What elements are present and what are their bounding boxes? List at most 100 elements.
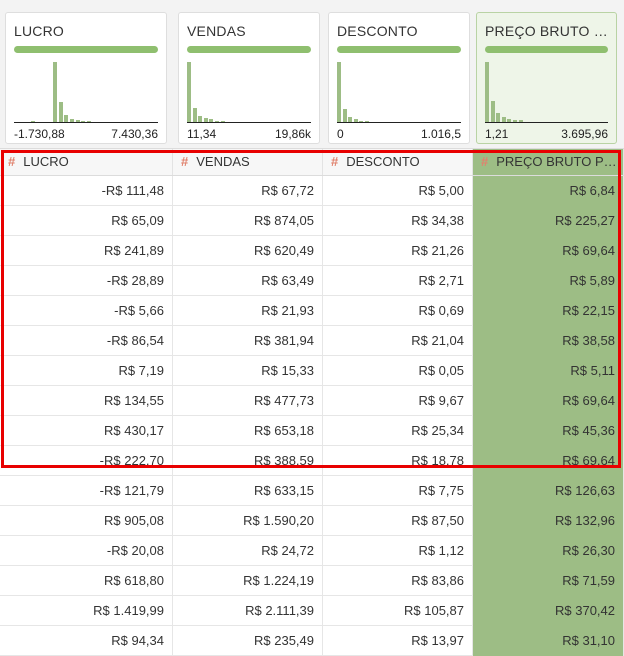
table-cell[interactable]: R$ 67,72 [173, 176, 323, 206]
table-cell[interactable]: R$ 24,72 [173, 536, 323, 566]
table-cell[interactable]: R$ 381,94 [173, 326, 323, 356]
table-row[interactable]: R$ 94,34 R$ 235,49 R$ 13,97 R$ 31,10 [0, 626, 624, 656]
profile-card-desconto[interactable]: DESCONTO 0 1.016,5 [328, 12, 470, 144]
histogram-bar[interactable] [187, 62, 191, 122]
table-cell[interactable]: R$ 38,58 [473, 326, 624, 356]
table-cell[interactable]: R$ 1.590,20 [173, 506, 323, 536]
table-cell[interactable]: R$ 5,89 [473, 266, 624, 296]
histogram-bar[interactable] [64, 115, 69, 122]
table-cell[interactable]: R$ 69,64 [473, 236, 624, 266]
table-cell[interactable]: R$ 633,15 [173, 476, 323, 506]
table-cell[interactable]: R$ 653,18 [173, 416, 323, 446]
table-row[interactable]: -R$ 86,54 R$ 381,94 R$ 21,04 R$ 38,58 [0, 326, 624, 356]
table-cell[interactable]: R$ 905,08 [0, 506, 173, 536]
histogram[interactable] [14, 61, 158, 123]
table-cell[interactable]: -R$ 222,70 [0, 446, 173, 476]
table-cell[interactable]: R$ 34,38 [323, 206, 473, 236]
table-cell[interactable]: R$ 388,59 [173, 446, 323, 476]
profile-card-pre-o-bruto-por-unidade[interactable]: PREÇO BRUTO POR UNIDADE 1,21 3.695,96 [476, 12, 617, 144]
table-cell[interactable]: R$ 0,69 [323, 296, 473, 326]
table-cell[interactable]: R$ 63,49 [173, 266, 323, 296]
table-cell[interactable]: R$ 69,64 [473, 386, 624, 416]
histogram-bar[interactable] [53, 62, 58, 122]
table-row[interactable]: -R$ 5,66 R$ 21,93 R$ 0,69 R$ 22,15 [0, 296, 624, 326]
table-cell[interactable]: R$ 69,64 [473, 446, 624, 476]
column-header-0[interactable]: # LUCRO [0, 149, 173, 175]
table-cell[interactable]: R$ 15,33 [173, 356, 323, 386]
table-cell[interactable]: R$ 18,78 [323, 446, 473, 476]
histogram-bar[interactable] [192, 108, 197, 122]
table-row[interactable]: R$ 7,19 R$ 15,33 R$ 0,05 R$ 5,11 [0, 356, 624, 386]
profile-card-vendas[interactable]: VENDAS 11,34 19,86k [178, 12, 320, 144]
histogram[interactable] [187, 61, 311, 123]
table-cell[interactable]: -R$ 86,54 [0, 326, 173, 356]
table-row[interactable]: -R$ 28,89 R$ 63,49 R$ 2,71 R$ 5,89 [0, 266, 624, 296]
table-cell[interactable]: R$ 132,96 [473, 506, 624, 536]
table-cell[interactable]: R$ 5,00 [323, 176, 473, 206]
table-cell[interactable]: R$ 126,63 [473, 476, 624, 506]
table-cell[interactable]: R$ 1.419,99 [0, 596, 173, 626]
profile-card-lucro[interactable]: LUCRO -1.730,88 7.430,36 [5, 12, 167, 144]
histogram-bar[interactable] [58, 102, 63, 122]
column-header-3[interactable]: # PREÇO BRUTO POR UNIDADE [473, 149, 624, 175]
table-row[interactable]: -R$ 20,08 R$ 24,72 R$ 1,12 R$ 26,30 [0, 536, 624, 566]
table-cell[interactable]: R$ 7,19 [0, 356, 173, 386]
table-cell[interactable]: R$ 2.111,39 [173, 596, 323, 626]
table-cell[interactable]: R$ 2,71 [323, 266, 473, 296]
table-row[interactable]: R$ 905,08 R$ 1.590,20 R$ 87,50 R$ 132,96 [0, 506, 624, 536]
table-cell[interactable]: R$ 618,80 [0, 566, 173, 596]
table-cell[interactable]: R$ 25,34 [323, 416, 473, 446]
table-cell[interactable]: R$ 65,09 [0, 206, 173, 236]
table-cell[interactable]: R$ 477,73 [173, 386, 323, 416]
histogram-bar[interactable] [490, 101, 495, 122]
table-row[interactable]: R$ 1.419,99 R$ 2.111,39 R$ 105,87 R$ 370,42 [0, 596, 624, 626]
table-cell[interactable]: R$ 241,89 [0, 236, 173, 266]
table-cell[interactable]: R$ 87,50 [323, 506, 473, 536]
table-cell[interactable]: R$ 22,15 [473, 296, 624, 326]
table-cell[interactable]: R$ 5,11 [473, 356, 624, 386]
table-cell[interactable]: R$ 83,86 [323, 566, 473, 596]
table-row[interactable]: R$ 241,89 R$ 620,49 R$ 21,26 R$ 69,64 [0, 236, 624, 266]
histogram[interactable] [485, 61, 608, 123]
table-cell[interactable]: R$ 71,59 [473, 566, 624, 596]
table-cell[interactable]: R$ 21,93 [173, 296, 323, 326]
table-cell[interactable]: R$ 31,10 [473, 626, 624, 656]
table-cell[interactable]: -R$ 28,89 [0, 266, 173, 296]
table-cell[interactable]: R$ 13,97 [323, 626, 473, 656]
table-cell[interactable]: R$ 225,27 [473, 206, 624, 236]
table-cell[interactable]: R$ 0,05 [323, 356, 473, 386]
table-cell[interactable]: R$ 370,42 [473, 596, 624, 626]
table-cell[interactable]: R$ 21,04 [323, 326, 473, 356]
table-cell[interactable]: R$ 874,05 [173, 206, 323, 236]
table-cell[interactable]: R$ 6,84 [473, 176, 624, 206]
column-header-2[interactable]: # DESCONTO [323, 149, 473, 175]
table-row[interactable]: R$ 65,09 R$ 874,05 R$ 34,38 R$ 225,27 [0, 206, 624, 236]
table-cell[interactable]: R$ 45,36 [473, 416, 624, 446]
table-cell[interactable]: R$ 9,67 [323, 386, 473, 416]
table-cell[interactable]: R$ 7,75 [323, 476, 473, 506]
column-header-1[interactable]: # VENDAS [173, 149, 323, 175]
table-row[interactable]: -R$ 222,70 R$ 388,59 R$ 18,78 R$ 69,64 [0, 446, 624, 476]
histogram-bar[interactable] [342, 109, 347, 122]
histogram-bar[interactable] [496, 113, 501, 122]
table-row[interactable]: R$ 430,17 R$ 653,18 R$ 25,34 R$ 45,36 [0, 416, 624, 446]
histogram[interactable] [337, 61, 461, 123]
table-cell[interactable]: R$ 1.224,19 [173, 566, 323, 596]
table-cell[interactable]: -R$ 5,66 [0, 296, 173, 326]
table-cell[interactable]: -R$ 121,79 [0, 476, 173, 506]
table-cell[interactable]: R$ 1,12 [323, 536, 473, 566]
table-row[interactable]: R$ 134,55 R$ 477,73 R$ 9,67 R$ 69,64 [0, 386, 624, 416]
table-cell[interactable]: R$ 430,17 [0, 416, 173, 446]
table-cell[interactable]: R$ 620,49 [173, 236, 323, 266]
table-row[interactable]: R$ 618,80 R$ 1.224,19 R$ 83,86 R$ 71,59 [0, 566, 624, 596]
table-cell[interactable]: -R$ 20,08 [0, 536, 173, 566]
table-row[interactable]: -R$ 121,79 R$ 633,15 R$ 7,75 R$ 126,63 [0, 476, 624, 506]
table-cell[interactable]: R$ 235,49 [173, 626, 323, 656]
table-cell[interactable]: R$ 26,30 [473, 536, 624, 566]
histogram-bar[interactable] [337, 62, 341, 122]
table-cell[interactable]: R$ 134,55 [0, 386, 173, 416]
table-cell[interactable]: R$ 105,87 [323, 596, 473, 626]
table-cell[interactable]: R$ 94,34 [0, 626, 173, 656]
histogram-bar[interactable] [485, 62, 489, 122]
table-cell[interactable]: R$ 21,26 [323, 236, 473, 266]
